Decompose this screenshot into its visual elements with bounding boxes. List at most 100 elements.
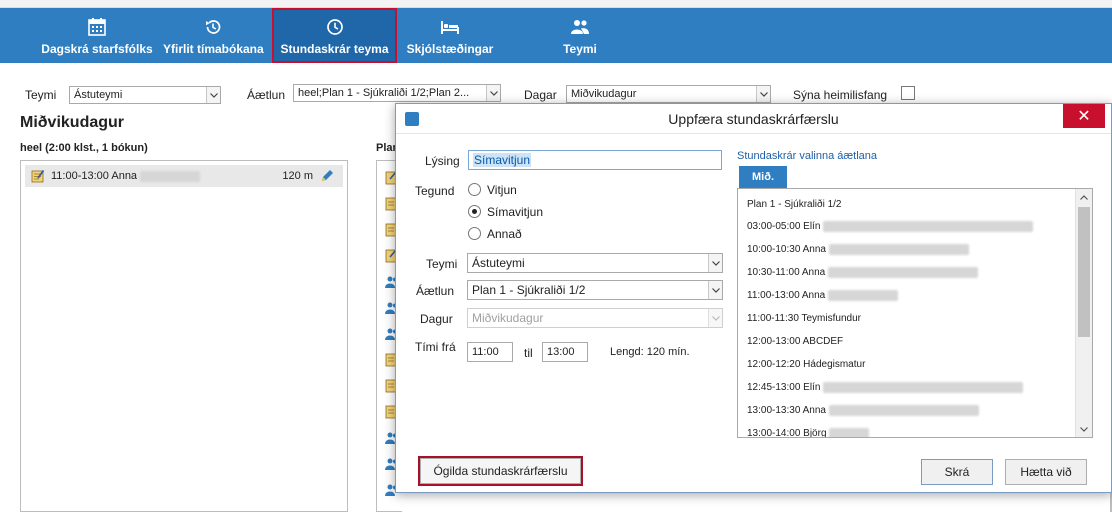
team-filter-select[interactable]: Ástuteymi (69, 86, 221, 104)
edit-pencil-icon[interactable] (319, 168, 335, 187)
description-label: Lýsing (425, 154, 460, 168)
dialog-team-select[interactable]: Ástuteymi (467, 253, 723, 273)
cancel-label: Hætta við (1020, 465, 1072, 479)
close-button[interactable]: ✕ (1063, 104, 1105, 128)
days-filter-value: Miðvikudagur (571, 88, 637, 100)
team-filter-value: Ástuteymi (74, 89, 123, 101)
time-from-value: 11:00 (472, 346, 499, 358)
type-option-label: Vitjun (487, 183, 517, 197)
dialog-plan-value: Plan 1 - Sjúkraliði 1/2 (472, 283, 586, 297)
redacted-text (823, 382, 1024, 393)
type-radio-simavitjun[interactable] (468, 205, 481, 218)
length-text: Lengd: 120 mín. (610, 346, 690, 358)
description-value: Símavitjun (473, 153, 532, 167)
calendar-icon (32, 17, 162, 37)
list-item[interactable]: 10:00-10:30 Anna (747, 244, 969, 255)
list-item[interactable]: 03:00-05:00 Elín (747, 221, 1034, 233)
list-item[interactable]: 12:45-13:00 Elín (747, 382, 1024, 394)
list-item-text: Plan 1 - Sjúkraliði 1/2 (747, 199, 842, 210)
schedule-subtitle: heel (2:00 klst., 1 bókun) (20, 142, 148, 154)
type-option-label: Símavitjun (487, 205, 544, 219)
booking-row[interactable]: 11:00-13:00 Anna 120 m (25, 165, 343, 187)
clock-icon (272, 17, 397, 37)
chevron-down-icon (708, 281, 722, 299)
list-item[interactable]: 11:00-13:00 Anna (747, 290, 898, 301)
plan-filter-select[interactable]: heel;Plan 1 - Sjúkraliði 1/2;Plan 2... (293, 84, 501, 102)
list-item-text: 11:00-11:30 Teymisfundur (747, 313, 861, 324)
team-filter-label: Teymi (25, 88, 57, 102)
schedule-list[interactable]: Plan 1 - Sjúkraliði 1/2 03:00-05:00 Elín… (737, 188, 1093, 438)
list-item[interactable]: 13:00-14:00 Björg (747, 428, 870, 437)
list-item[interactable]: 10:30-11:00 Anna (747, 267, 978, 278)
toolbar-item-label: Yfirlit tímabókana (163, 42, 264, 56)
list-item[interactable]: 13:00-13:30 Anna (747, 405, 979, 416)
show-address-checkbox[interactable] (901, 86, 915, 100)
dialog-titlebar[interactable]: Uppfæra stundaskrárfærslu ✕ (396, 104, 1111, 134)
dialog-title: Uppfæra stundaskrárfærslu (668, 111, 839, 127)
invalidate-entry-label: Ógilda stundaskrárfærslu (433, 464, 568, 478)
cancel-button[interactable]: Hætta við (1005, 459, 1087, 485)
main-toolbar: Dagskrá starfsfólks Yfirlit tímabókana S… (0, 8, 1112, 63)
type-option-label: Annað (487, 227, 522, 241)
toolbar-team-schedules-tab[interactable]: Stundaskrár teyma (272, 8, 397, 63)
booking-time: 11:00-13:00 (51, 170, 109, 182)
type-radio-annad[interactable] (468, 227, 481, 240)
time-to-label: til (524, 346, 533, 360)
invalidate-entry-button[interactable]: Ógilda stundaskrárfærslu (418, 456, 583, 486)
toolbar-clients-button[interactable]: Skjólstæðingar (400, 8, 500, 63)
chevron-down-icon (756, 86, 770, 102)
booking-duration: 120 m (282, 170, 313, 182)
day-tab-label: Mið. (752, 171, 774, 183)
redacted-text (828, 290, 898, 301)
schedule-list-scrollbar[interactable] (1075, 189, 1092, 437)
toolbar-item-label: Stundaskrár teyma (280, 42, 389, 56)
toolbar-item-label: Teymi (563, 42, 597, 56)
day-tab-wednesday[interactable]: Mið. (739, 166, 787, 188)
list-item-text: 12:00-13:00 ABCDEF (747, 336, 844, 347)
toolbar-booking-overview-button[interactable]: Yfirlit tímabókana (163, 8, 264, 63)
history-icon (163, 17, 263, 37)
save-button[interactable]: Skrá (921, 459, 993, 485)
description-input[interactable]: Símavitjun (468, 150, 722, 170)
redacted-text (828, 405, 979, 416)
chevron-down-icon[interactable] (1076, 421, 1092, 437)
list-item-text: 03:00-05:00 Elín (747, 221, 821, 233)
list-item-text: 10:00-10:30 Anna (747, 244, 826, 256)
dialog-plan-select[interactable]: Plan 1 - Sjúkraliði 1/2 (467, 280, 723, 300)
days-filter-select[interactable]: Miðvikudagur (566, 85, 771, 103)
booking-name: Anna (111, 170, 138, 182)
redacted-text (828, 244, 969, 255)
booking-text: 11:00-13:00 Anna (51, 170, 201, 182)
redacted-text (823, 221, 1034, 232)
chevron-down-icon (486, 85, 500, 101)
dialog-plan-label: Áætlun (416, 284, 455, 298)
close-icon: ✕ (1077, 108, 1091, 125)
team-icon (550, 17, 610, 37)
show-address-label: Sýna heimilisfang (793, 88, 888, 102)
time-to-input[interactable]: 13:00 (542, 342, 588, 362)
dialog-team-label: Teymi (426, 257, 458, 271)
time-from-label: Tími frá (415, 340, 456, 354)
day-title: Miðvikudagur (20, 114, 125, 131)
bed-icon (400, 17, 500, 37)
list-item[interactable]: 11:00-11:30 Teymisfundur (747, 313, 861, 324)
time-to-value: 13:00 (547, 346, 575, 358)
booking-list: 11:00-13:00 Anna 120 m (20, 160, 348, 512)
type-radio-vitjun[interactable] (468, 183, 481, 196)
list-item[interactable]: Plan 1 - Sjúkraliði 1/2 (747, 199, 842, 210)
list-item[interactable]: 12:00-13:00 ABCDEF (747, 336, 843, 347)
plan-filter-value: heel;Plan 1 - Sjúkraliði 1/2;Plan 2... (298, 87, 470, 99)
days-filter-label: Dagar (524, 88, 557, 102)
toolbar-staff-schedule-button[interactable]: Dagskrá starfsfólks (32, 8, 162, 63)
list-item[interactable]: 12:00-12:20 Hádegismatur (747, 359, 865, 370)
toolbar-item-label: Dagskrá starfsfólks (41, 42, 153, 56)
scrollbar-thumb[interactable] (1078, 207, 1090, 337)
time-from-input[interactable]: 11:00 (467, 342, 513, 362)
save-label: Skrá (944, 465, 970, 479)
dialog-day-label: Dagur (420, 312, 453, 326)
chevron-up-icon[interactable] (1076, 189, 1092, 205)
redacted-text (140, 170, 201, 182)
window-top-strip (0, 0, 1112, 8)
list-item-text: 12:45-13:00 Elín (747, 382, 821, 394)
toolbar-teams-button[interactable]: Teymi (550, 8, 610, 63)
